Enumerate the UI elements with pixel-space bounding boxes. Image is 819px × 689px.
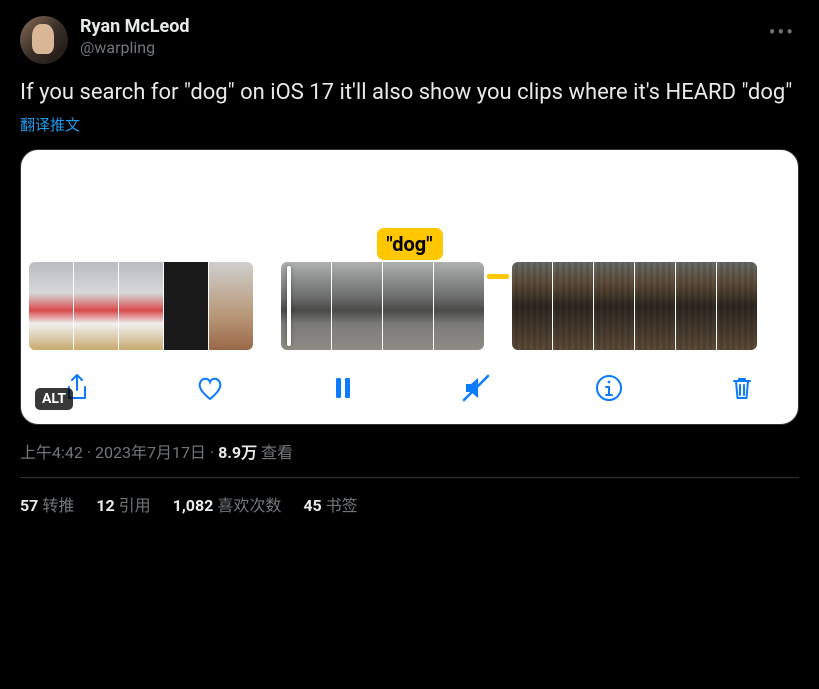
clip-thumb [74,262,118,350]
divider [20,477,799,478]
tweet-text: If you search for "dog" on iOS 17 it'll … [20,78,799,108]
thumbnail-row [21,262,798,350]
clip-thumb [281,262,331,350]
timeline-marker [487,274,509,279]
media-card[interactable]: "dog" [20,149,799,425]
meta-line: 上午4:42 · 2023年7月17日 · 8.9万 查看 [20,439,799,463]
more-icon[interactable]: ••• [765,16,799,48]
search-term-badge: "dog" [376,228,442,260]
clip-thumb [209,262,253,350]
tweet-date[interactable]: 2023年7月17日 [95,443,206,462]
stats-line: 57 转推 12 引用 1,082 喜欢次数 45 书签 [20,492,799,516]
clip-thumb [676,262,716,350]
tweet-container: Ryan McLeod @warpling ••• If you search … [0,0,819,516]
bookmarks-stat[interactable]: 45 书签 [303,492,357,516]
ios-toolbar [21,350,798,424]
clip-thumb [383,262,433,350]
alt-badge[interactable]: ALT [35,388,73,410]
clip-thumb [119,262,163,350]
mute-icon[interactable] [460,372,492,404]
clip-group-1[interactable] [29,262,253,350]
clip-thumb [434,262,484,350]
likes-stat[interactable]: 1,082 喜欢次数 [173,492,282,516]
clip-thumb [512,262,552,350]
clip-group-2[interactable] [281,262,484,350]
handle: @warpling [80,38,753,57]
tweet-time[interactable]: 上午4:42 [20,443,83,462]
clip-thumb [553,262,593,350]
clip-thumb [717,262,757,350]
clip-group-3[interactable] [512,262,757,350]
author-block[interactable]: Ryan McLeod @warpling [80,16,753,57]
retweets-stat[interactable]: 57 转推 [20,492,74,516]
avatar[interactable] [20,16,68,64]
clip-thumb [635,262,675,350]
clip-thumb [594,262,634,350]
clip-thumb [332,262,382,350]
clip-thumb [29,262,73,350]
display-name: Ryan McLeod [80,16,753,38]
media-top: "dog" [21,150,798,262]
info-icon[interactable] [593,372,625,404]
translate-link[interactable]: 翻译推文 [20,114,799,135]
tweet-header: Ryan McLeod @warpling ••• [20,16,799,64]
views-label: 查看 [257,443,293,462]
pause-icon[interactable] [327,372,359,404]
heart-icon[interactable] [194,372,226,404]
trash-icon[interactable] [726,372,758,404]
clip-thumb [164,262,208,350]
quotes-stat[interactable]: 12 引用 [96,492,150,516]
views-count: 8.9万 [218,443,257,462]
